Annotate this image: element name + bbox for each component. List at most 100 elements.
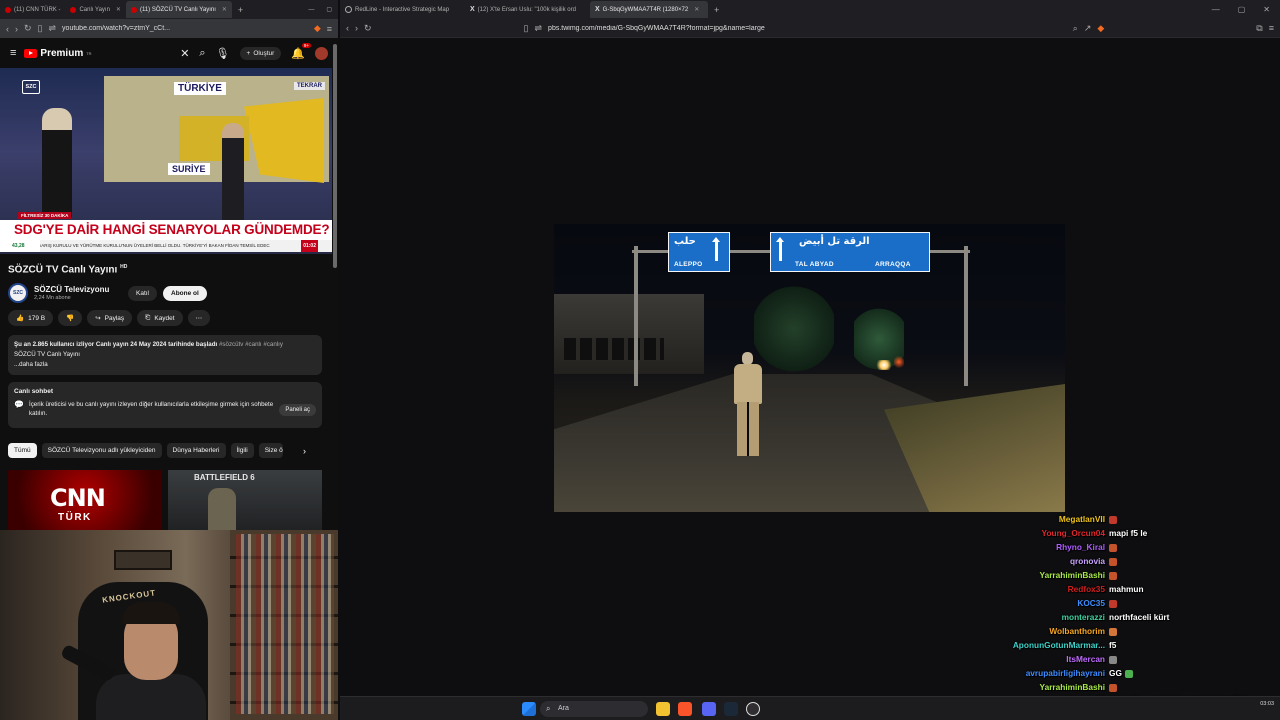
taskbar-clock: 03:03 (1260, 701, 1274, 707)
recommended-thumbnail[interactable]: BATTLEFIELD 6 (168, 470, 322, 530)
steam-icon[interactable] (724, 702, 738, 716)
windows-start-icon[interactable] (522, 702, 536, 716)
share-button[interactable]: ↪ Paylaş (87, 310, 133, 326)
chat-message: KOC35 (980, 597, 1280, 609)
chip-all[interactable]: Tümü (8, 443, 37, 458)
like-button[interactable]: 👍 179 B (8, 310, 54, 326)
chat-emote-icon (1109, 543, 1117, 552)
shield-icon[interactable]: ◆ (314, 23, 321, 34)
youtube-logo[interactable]: Premium TR (24, 48, 92, 59)
night-road-photo[interactable]: حلب ALEPPO الرقة تل أبيض TAL ABYAD ARRAQ… (554, 224, 1065, 512)
channel-row: SZC SÖZCÜ Televizyonu 2,24 Mn abone Katı… (8, 281, 328, 305)
chip-from-uploader[interactable]: SÖZCÜ Televizyonu adlı yükleyiciden (41, 443, 162, 458)
save-button[interactable]: ⎗ Kaydet (137, 310, 183, 326)
close-window-icon[interactable]: ✕ (1263, 5, 1270, 14)
join-button[interactable]: Katıl (128, 285, 158, 301)
obs-icon[interactable] (746, 702, 760, 716)
tab-sozcu-tv[interactable]: (11) SÖZCÜ TV Canlı Yayını ✕ (125, 1, 232, 18)
forward-icon[interactable]: › (15, 24, 18, 34)
zoom-icon[interactable]: ⌕ (1073, 23, 1078, 34)
bookmark-icon[interactable]: ▯ (524, 23, 529, 34)
chip-related[interactable]: İlgili (230, 443, 254, 458)
extensions-icon[interactable]: ⧉ (1256, 23, 1262, 34)
chat-emote-icon (1109, 599, 1117, 608)
create-button[interactable]: + Oluştur (239, 46, 282, 60)
tab-image[interactable]: X G-SbqGyWMAA7T4R (1280×72 ✕ (590, 1, 708, 18)
back-icon[interactable]: ‹ (6, 24, 9, 34)
show-more-link[interactable]: ...daha fazla (14, 360, 316, 370)
chat-text (1109, 681, 1117, 693)
site-info-icon[interactable]: ⇌ (49, 23, 57, 34)
bookmark-icon: ⎗ (145, 314, 151, 321)
reload-icon[interactable]: ↻ (364, 23, 372, 34)
discord-icon[interactable] (702, 702, 716, 716)
close-tab-icon[interactable]: ✕ (694, 6, 699, 13)
open-panel-button[interactable]: Paneli aç (279, 404, 316, 416)
hashtags[interactable]: #sözcütv #canlı #canlıy (219, 341, 283, 348)
new-tab-icon[interactable]: + (232, 5, 249, 15)
account-avatar[interactable] (315, 46, 328, 60)
brave-browser-icon[interactable] (678, 702, 692, 716)
subscribe-button[interactable]: Abone ol (163, 285, 207, 301)
chip-world-news[interactable]: Dünya Haberleri (166, 443, 226, 458)
scrollbar-thumb[interactable] (333, 44, 337, 268)
notifications-icon[interactable]: 🔔 9+ (291, 42, 311, 60)
chip-for-you[interactable]: Size öz (258, 443, 283, 458)
chat-username: AponunGotunMarmar... (1012, 640, 1105, 650)
taskbar-search[interactable]: ⌕ Ara (540, 701, 648, 717)
url-field[interactable]: youtube.com/watch?v=ztmY_cCt... (62, 25, 308, 32)
bookmark-icon[interactable]: ▯ (38, 23, 43, 34)
microphone-icon[interactable]: 🎙 (216, 47, 230, 60)
menu-icon[interactable]: ≡ (327, 24, 332, 34)
right-tab-strip: RedLine - Interactive Strategic Map X (12… (340, 0, 1280, 19)
minimize-icon[interactable]: — (1212, 5, 1220, 14)
sign-english-text: ARRAQQA (875, 261, 911, 268)
thumbs-down-icon: 👎 (66, 315, 75, 322)
close-tab-icon[interactable]: ✕ (222, 6, 227, 13)
view-stats: Şu an 2.865 kullanıcı izliyor Canlı yayı… (14, 341, 218, 348)
map-label-turkiye: TÜRKİYE (174, 82, 226, 95)
close-tab-icon[interactable]: ✕ (116, 6, 121, 13)
minimize-icon[interactable]: — (302, 7, 320, 13)
hamburger-menu-icon[interactable]: ≡ (10, 47, 16, 59)
shield-icon[interactable]: ◆ (1097, 23, 1104, 34)
tab-redline-map[interactable]: RedLine - Interactive Strategic Map (340, 1, 465, 18)
channel-name[interactable]: SÖZCÜ Televizyonu (34, 285, 122, 294)
chat-text (1109, 625, 1117, 637)
more-actions-button[interactable]: ⋯ (187, 310, 211, 326)
video-description[interactable]: Şu an 2.865 kullanıcı izliyor Canlı yayı… (8, 335, 322, 375)
page-scrollbar[interactable] (332, 42, 338, 530)
back-icon[interactable]: ‹ (346, 23, 349, 33)
youtube-favicon-icon (130, 6, 137, 13)
share-icon[interactable]: ↗ (1084, 23, 1092, 34)
tab-x-post[interactable]: X (12) X'te Ersan Uslu: "100k kişilik ord (465, 1, 590, 18)
site-info-icon[interactable]: ⇌ (535, 23, 543, 34)
close-search-icon[interactable]: ✕ (180, 47, 189, 60)
video-player[interactable]: SZC TÜRKİYE SURİYE TEKRAR FİLTRESİZ 30 D… (0, 68, 332, 254)
tab-canli-yayin[interactable]: Canlı Yayın ✕ (65, 1, 126, 18)
channel-avatar[interactable]: SZC (8, 283, 28, 303)
chat-message: monterazzi northfaceli kürt (980, 611, 1280, 623)
tab-cnn-turk[interactable]: (11) CNN TÜRK - (0, 1, 65, 18)
recommended-thumbnail[interactable]: CNN TÜRK (8, 470, 162, 530)
maximize-icon[interactable]: ▢ (320, 6, 338, 13)
dislike-button[interactable]: 👎 (58, 310, 83, 326)
youtube-header: ≡ Premium TR ✕ ⌕ 🎙 + Oluştur 🔔 9+ (0, 38, 338, 68)
map-region (244, 98, 324, 183)
turk-label: TÜRK (58, 512, 92, 523)
wall-frame (114, 550, 172, 570)
vehicle-headlight (876, 360, 892, 370)
url-field[interactable]: pbs.twimg.com/media/G-SbqGyWMAA7T4R?form… (548, 25, 1067, 32)
reload-icon[interactable]: ↻ (24, 23, 32, 34)
guest-figure (222, 123, 244, 223)
file-explorer-icon[interactable] (656, 702, 670, 716)
maximize-icon[interactable]: ▢ (1238, 5, 1246, 14)
chat-username: MegatlanVII (1058, 514, 1105, 524)
new-tab-icon[interactable]: + (708, 5, 725, 15)
youtube-play-icon (24, 48, 38, 58)
search-icon[interactable]: ⌕ (199, 47, 205, 60)
sign-post (634, 246, 638, 386)
forward-icon[interactable]: › (355, 23, 358, 33)
chevron-right-icon[interactable]: › (303, 446, 306, 456)
menu-icon[interactable]: ≡ (1269, 23, 1274, 33)
